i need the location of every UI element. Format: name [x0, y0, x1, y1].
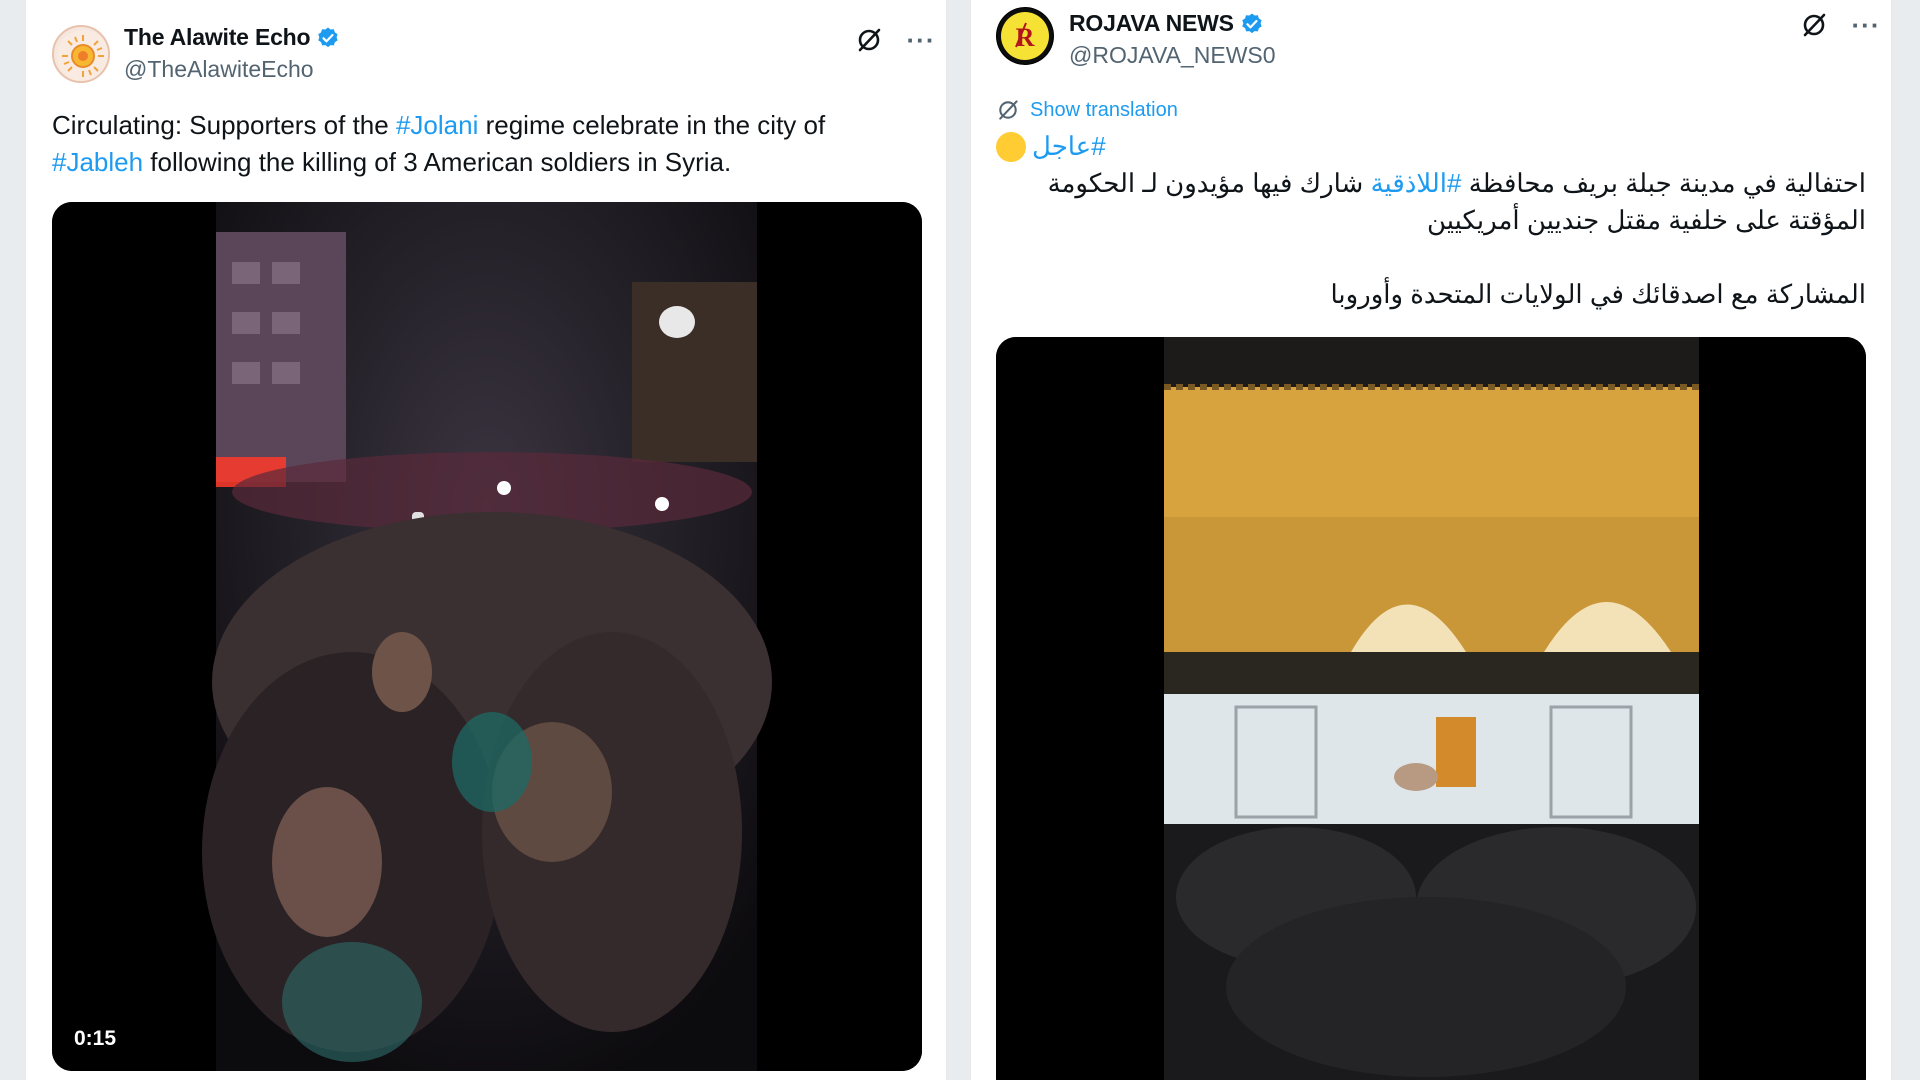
- rojava-logo-icon: R: [997, 8, 1053, 64]
- handle[interactable]: @TheAlawiteEcho: [124, 56, 314, 83]
- display-name[interactable]: The Alawite Echo: [124, 24, 311, 51]
- hashtag-link[interactable]: #عاجل: [1032, 128, 1106, 165]
- show-translation-link[interactable]: Show translation: [996, 98, 1178, 122]
- video-frame: [52, 202, 922, 1071]
- post-card-alawite-echo[interactable]: The Alawite Echo @TheAlawiteEcho ··· Cir…: [25, 0, 947, 1080]
- post-card-rojava-news[interactable]: R ROJAVA NEWS @ROJAVA_NEWS0 ··· Show tra…: [970, 0, 1892, 1080]
- more-icon[interactable]: ···: [1851, 10, 1881, 40]
- avatar[interactable]: [52, 25, 110, 83]
- video-timecode: 0:15: [74, 1027, 117, 1050]
- grok-icon[interactable]: [854, 25, 884, 55]
- sun-logo-icon: [57, 30, 108, 81]
- tweet-text: #عاجل احتفالية في مدينة جبلة بريف محافظة…: [996, 128, 1866, 313]
- hashtag-link[interactable]: #اللاذقية: [1371, 168, 1462, 198]
- video-player[interactable]: 0:15: [52, 202, 922, 1071]
- translate-icon: [999, 100, 1018, 120]
- hashtag-link[interactable]: #Jolani: [396, 110, 478, 140]
- video-player[interactable]: [996, 337, 1866, 1080]
- display-name[interactable]: ROJAVA NEWS: [1069, 10, 1234, 37]
- hashtag-link[interactable]: #Jableh: [52, 147, 143, 177]
- video-frame: [996, 337, 1866, 1080]
- handle[interactable]: @ROJAVA_NEWS0: [1069, 42, 1276, 69]
- tweet-text: Circulating: Supporters of the #Jolani r…: [52, 110, 826, 177]
- emoji-circle-icon: [996, 131, 1026, 162]
- more-icon[interactable]: ···: [906, 25, 936, 55]
- verified-badge-icon: [1242, 13, 1262, 33]
- verified-badge-icon: [318, 27, 338, 47]
- grok-icon[interactable]: [1799, 10, 1829, 40]
- avatar[interactable]: R: [996, 7, 1054, 65]
